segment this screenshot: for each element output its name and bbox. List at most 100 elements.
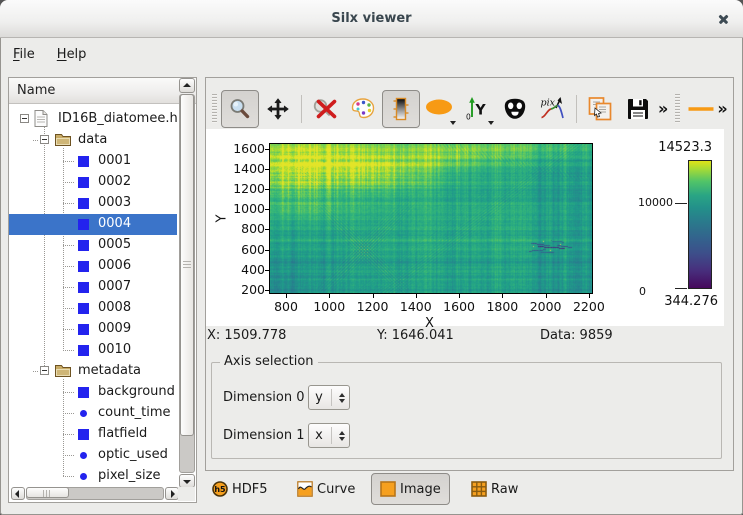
plot-area[interactable]: 8001000120014001600180020002200200400600… — [206, 129, 724, 326]
spin-up-icon[interactable] — [339, 431, 345, 435]
menu-mnemonic: H — [57, 47, 67, 62]
colorbar-max-label: 14523.3 — [626, 140, 712, 155]
expander-minus-icon[interactable] — [40, 366, 49, 375]
tree-item-background[interactable]: background — [9, 382, 177, 403]
tree-item-label: ID16B_diatomee.h — [58, 111, 177, 126]
spin-up-icon[interactable] — [339, 393, 345, 397]
scroll-right-button[interactable] — [165, 487, 179, 500]
tree-item-0004[interactable]: 0004 — [9, 214, 177, 235]
tree-item-0002[interactable]: 0002 — [9, 172, 177, 193]
arrow-left-icon — [15, 490, 19, 498]
dimension-0-spinbox[interactable]: y — [308, 385, 350, 410]
spin-down-icon[interactable] — [339, 399, 345, 403]
y-tick-mark — [265, 250, 269, 251]
colorbar-gradient — [688, 160, 712, 289]
arrow-down-icon — [183, 480, 191, 484]
arrow-up-icon — [183, 83, 191, 87]
tree-item-0008[interactable]: 0008 — [9, 298, 177, 319]
view-tab-hdf5[interactable]: h5HDF5 — [203, 473, 277, 505]
toolbar-separator — [301, 95, 302, 123]
tree-item-label: metadata — [78, 363, 141, 378]
view-tab-curve[interactable]: Curve — [288, 473, 364, 505]
pan-tool-button[interactable] — [259, 90, 297, 128]
folder-icon — [55, 364, 72, 378]
tree-item-0009[interactable]: 0009 — [9, 319, 177, 340]
dropdown-indicator-icon — [450, 121, 456, 125]
horizontal-profile-button[interactable] — [686, 90, 716, 128]
mask-tool-button[interactable] — [496, 90, 534, 128]
toolbar-extension-chevron[interactable]: » — [717, 99, 727, 118]
tree-item-pixel-size[interactable]: pixel_size — [9, 466, 177, 487]
folder-icon-wrap — [55, 364, 72, 382]
tree-item-count-time[interactable]: count_time — [9, 403, 177, 424]
plot-panel: Y0pix»» 80010001200140016001800200022002… — [205, 77, 734, 471]
x-tick-label: 1600 — [439, 299, 479, 314]
tree-item-optic-used[interactable]: optic_used — [9, 445, 177, 466]
menu-mnemonic: F — [13, 47, 20, 62]
copy-button[interactable] — [581, 90, 619, 128]
tree-item-flatfield[interactable]: flatfield — [9, 424, 177, 445]
save-button[interactable] — [619, 90, 657, 128]
y-tick-label: 400 — [227, 262, 265, 277]
tree-horizontal-scrollbar[interactable] — [9, 487, 178, 501]
tree-item-metadata[interactable]: metadata — [9, 361, 177, 382]
tree-item-0001[interactable]: 0001 — [9, 151, 177, 172]
dimension-0-spin-arrows[interactable] — [335, 386, 349, 409]
y-axis-title: Y — [214, 214, 229, 222]
vscroll-trough[interactable] — [179, 94, 195, 473]
tree-item-0010[interactable]: 0010 — [9, 340, 177, 361]
scroll-down-button[interactable] — [179, 474, 195, 488]
titlebar[interactable]: Silx viewer — [0, 0, 743, 38]
dataset-icon — [78, 177, 89, 188]
reset-zoom-button[interactable] — [306, 90, 344, 128]
tree-item-data[interactable]: data — [9, 130, 177, 151]
dimension-0-value: y — [309, 390, 329, 405]
aspect-ratio-button[interactable] — [420, 90, 458, 128]
y-tick-label: 1000 — [227, 201, 265, 216]
view-tab-image[interactable]: Image — [371, 473, 450, 505]
palette-icon — [350, 96, 376, 122]
menu-item-file[interactable]: File — [4, 43, 44, 67]
status-y: Y: 1646.041 — [377, 328, 540, 343]
tree-item-label: flatfield — [98, 426, 147, 441]
tree-item-0006[interactable]: 0006 — [9, 256, 177, 277]
tree-item-0003[interactable]: 0003 — [9, 193, 177, 214]
profile-tool-button[interactable]: pix — [534, 90, 572, 128]
colormap-dialog-button[interactable] — [344, 90, 382, 128]
scalar-icon — [80, 452, 87, 459]
tree-header-name[interactable]: Name — [9, 78, 196, 104]
expander-minus-icon[interactable] — [20, 114, 29, 123]
hscroll-trough[interactable] — [26, 487, 164, 500]
dimension-1-label: Dimension 1 — [223, 428, 308, 443]
selection-highlight — [9, 214, 177, 235]
tree-item-label: 0005 — [98, 237, 131, 252]
expander-minus-icon[interactable] — [40, 135, 49, 144]
tree-item-0007[interactable]: 0007 — [9, 277, 177, 298]
spin-down-icon[interactable] — [339, 437, 345, 441]
colorbar-toggle-button[interactable] — [382, 90, 420, 128]
view-tab-raw[interactable]: Raw — [462, 473, 527, 505]
heatmap-image[interactable] — [270, 144, 592, 293]
x-tick-label: 2000 — [526, 299, 566, 314]
scroll-up-button[interactable] — [179, 78, 195, 93]
toolbar-handle[interactable] — [675, 94, 680, 124]
zoom-tool-button[interactable] — [221, 90, 259, 128]
dataset-icon — [78, 156, 89, 167]
tree-item-label: pixel_size — [98, 468, 160, 483]
dimension-1-spinbox[interactable]: x — [308, 423, 350, 448]
dimension-1-spin-arrows[interactable] — [335, 424, 349, 447]
tree-vertical-scrollbar[interactable] — [178, 78, 196, 488]
x-tick-mark — [589, 294, 590, 298]
toolbar-extension-chevron[interactable]: » — [658, 99, 668, 118]
toolbar-handle[interactable] — [212, 94, 217, 124]
tree-item-id16b-diatomee-h[interactable]: ID16B_diatomee.h — [9, 109, 177, 130]
app-window: Silx viewer FileHelp Name ID16B_diatomee… — [0, 0, 743, 515]
tree-item-0005[interactable]: 0005 — [9, 235, 177, 256]
status-x: X: 1509.778 — [207, 328, 377, 343]
profile-line-icon — [688, 96, 714, 122]
close-button[interactable] — [713, 9, 733, 29]
y-axis-orientation-button[interactable]: Y0 — [458, 90, 496, 128]
scroll-left-button[interactable] — [11, 487, 25, 500]
colorbar-tick-label: 0 — [633, 285, 646, 298]
menu-item-help[interactable]: Help — [48, 43, 96, 67]
